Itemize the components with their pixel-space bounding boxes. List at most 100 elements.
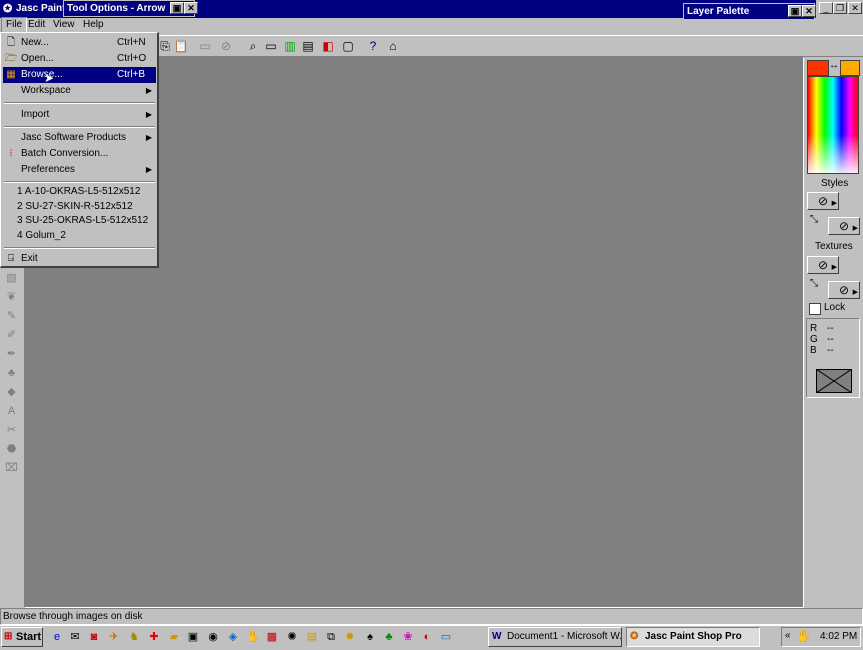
textures-label: Textures: [815, 241, 853, 252]
submenu-arrow-icon: ▶: [145, 165, 152, 174]
styles-background-button[interactable]: ⊘ ▶: [828, 217, 860, 235]
ruler-icon[interactable]: ▭: [263, 38, 279, 54]
eraser-tool-icon[interactable]: ✂: [3, 422, 20, 439]
menu-item-jasc-products[interactable]: Jasc Software Products ▶: [3, 130, 156, 146]
menu-item-batch-conversion[interactable]: ⁝ Batch Conversion...: [3, 146, 156, 162]
color-bars-icon[interactable]: ▥: [282, 38, 298, 54]
tray-expand-button[interactable]: «: [785, 630, 791, 641]
tool-options-rollup-button[interactable]: ▣: [170, 2, 184, 14]
quicklaunch-chat-icon[interactable]: ▭: [438, 629, 454, 645]
retouch-tool-icon[interactable]: ▧: [3, 270, 20, 287]
textures-foreground-button[interactable]: ⊘ ▶: [807, 256, 839, 274]
quicklaunch-paint-icon[interactable]: ♞: [126, 629, 142, 645]
quicklaunch-app-icon[interactable]: ◙: [86, 629, 102, 645]
recent-file-1[interactable]: 1 A-10-OKRAS-L5-512x512: [3, 184, 156, 200]
paste-icon[interactable]: 📋: [173, 38, 189, 54]
color-replacer-tool-icon[interactable]: ✒: [3, 346, 20, 363]
b-label: B: [810, 345, 817, 356]
airbrush-tool-icon[interactable]: ✐: [3, 327, 20, 344]
quicklaunch-red-icon[interactable]: ▩: [264, 629, 280, 645]
whats-this-icon[interactable]: ?: [365, 38, 381, 54]
lock-checkbox[interactable]: [809, 303, 821, 315]
quicklaunch-window-icon[interactable]: ⧉: [323, 629, 339, 645]
tool-options-close-button[interactable]: ✕: [184, 2, 198, 14]
menu-item-preferences[interactable]: Preferences ▶: [3, 162, 156, 178]
quicklaunch-star-icon[interactable]: ✹: [342, 629, 358, 645]
submenu-arrow-icon: ▶: [145, 110, 152, 119]
open-folder-icon: 🗁: [5, 53, 18, 64]
quicklaunch-diamond-icon[interactable]: ◈: [225, 629, 241, 645]
clone-tool-icon[interactable]: ❦: [3, 289, 20, 306]
layer-palette-close-button[interactable]: ✕: [802, 5, 816, 17]
no-entry-icon[interactable]: ⊘: [218, 38, 234, 54]
layers-icon[interactable]: ◧: [320, 38, 336, 54]
g-value: --: [827, 334, 834, 345]
status-text: Browse through images on disk: [3, 611, 143, 622]
quicklaunch-box-icon[interactable]: ▤: [304, 629, 320, 645]
quicklaunch-cd-icon[interactable]: ◉: [205, 629, 221, 645]
menu-item-browse[interactable]: ▦ Browse... Ctrl+B: [3, 67, 156, 83]
task-word[interactable]: W Document1 - Microsoft W...: [488, 627, 622, 647]
clock: 4:02 PM: [820, 631, 858, 642]
tool-options-title-bar[interactable]: Tool Options - Arrow ▣ ✕: [63, 0, 198, 17]
color-spectrum[interactable]: [807, 76, 859, 174]
quicklaunch-tool-icon[interactable]: ✈: [106, 629, 122, 645]
shape-tool-icon[interactable]: ⬣: [3, 441, 20, 458]
layer-palette-rollup-button[interactable]: ▣: [788, 5, 802, 17]
quicklaunch-palette-icon[interactable]: ✺: [284, 629, 300, 645]
app-icon: ✪: [3, 3, 13, 15]
task-paint-shop-pro[interactable]: ✪ Jasc Paint Shop Pro: [626, 627, 760, 647]
menu-item-exit[interactable]: ⍈ Exit: [3, 251, 156, 267]
quicklaunch-flower-icon[interactable]: ❀: [400, 629, 416, 645]
menu-item-new[interactable]: 🗋 New... Ctrl+N: [3, 35, 156, 51]
recent-file-3[interactable]: 3 SU-25-OKRAS-L5-512x512: [3, 213, 156, 229]
menu-item-workspace[interactable]: Workspace ▶: [3, 83, 156, 99]
histogram-icon[interactable]: ▤: [300, 38, 316, 54]
exit-icon: ⍈: [8, 253, 14, 264]
maximize-button[interactable]: ❐: [833, 2, 847, 14]
quicklaunch-computer-icon[interactable]: ▣: [185, 629, 201, 645]
swap-textures-icon[interactable]: ⤡: [810, 278, 818, 289]
minimize-button[interactable]: _: [819, 2, 833, 14]
tool-options-title: Tool Options - Arrow: [67, 3, 166, 14]
menu-edit[interactable]: Edit: [24, 17, 49, 33]
swap-styles-icon[interactable]: ⤡: [810, 214, 818, 225]
foreground-swatch[interactable]: [807, 60, 829, 76]
lock-label: Lock: [824, 302, 846, 313]
quicklaunch-game-icon[interactable]: ♠: [362, 629, 378, 645]
menu-item-open[interactable]: 🗁 Open... Ctrl+O: [3, 51, 156, 67]
menu-separator: [4, 247, 155, 249]
start-button[interactable]: ⊞ Start: [1, 627, 43, 647]
browse-icon: ▦: [6, 69, 16, 80]
quicklaunch-outlook-icon[interactable]: ✉: [67, 629, 83, 645]
close-button[interactable]: ✕: [848, 2, 862, 14]
menu-item-import[interactable]: Import ▶: [3, 107, 156, 123]
swap-colors-icon[interactable]: ↔: [829, 60, 839, 71]
styles-foreground-button[interactable]: ⊘ ▶: [807, 192, 839, 210]
quicklaunch-green-icon[interactable]: ♣: [381, 629, 397, 645]
quicklaunch-plus-icon[interactable]: ✚: [146, 629, 162, 645]
window-icon[interactable]: ▢: [340, 38, 356, 54]
picture-tube-tool-icon[interactable]: ♣: [3, 365, 20, 382]
quicklaunch-media-icon[interactable]: ◐: [419, 629, 435, 645]
quicklaunch-folder-icon[interactable]: ▰: [166, 629, 182, 645]
main-window-controls: _ ❐ ✕: [816, 0, 863, 18]
textures-background-button[interactable]: ⊘ ▶: [828, 281, 860, 299]
menu-separator: [4, 181, 155, 183]
recent-file-4[interactable]: 4 Golum_2: [3, 228, 156, 244]
quicklaunch-hand-icon[interactable]: ✋: [245, 629, 261, 645]
paintbrush-tool-icon[interactable]: ✎: [3, 308, 20, 325]
quicklaunch-ie-icon[interactable]: e: [49, 629, 65, 645]
zoom-icon[interactable]: ⌕: [245, 38, 261, 54]
background-swatch[interactable]: [840, 60, 860, 76]
scanner-icon[interactable]: ⌂: [385, 38, 401, 54]
text-tool-icon[interactable]: A: [3, 403, 20, 420]
app-title: Jasc Paint: [16, 3, 66, 14]
crop-tool-icon[interactable]: ⌧: [3, 460, 20, 477]
fill-tool-icon[interactable]: ◆: [3, 384, 20, 401]
copy-icon[interactable]: ⎘: [157, 38, 173, 54]
monitor-icon[interactable]: ▭: [197, 38, 213, 54]
tray-hand-icon[interactable]: ✋: [796, 629, 811, 643]
menu-help[interactable]: Help: [79, 17, 108, 33]
menu-view[interactable]: View: [49, 17, 79, 33]
